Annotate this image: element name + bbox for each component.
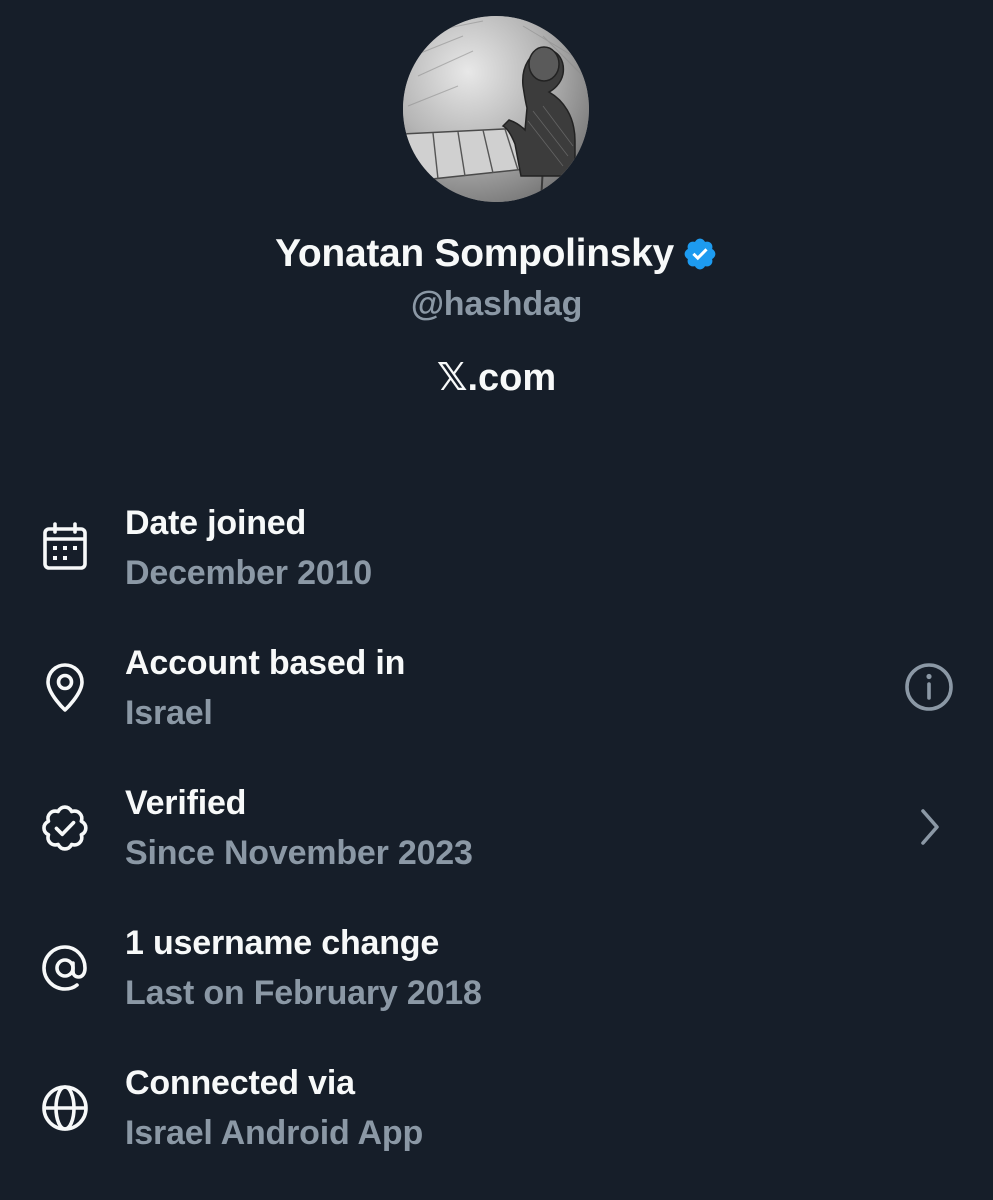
at-sign-icon [38,941,92,995]
row-subtitle: December 2010 [125,554,372,592]
row-title: Verified [125,784,247,822]
row-subtitle: Since November 2023 [125,834,473,872]
chevron-right-icon[interactable] [903,801,955,853]
row-subtitle: Israel [125,694,213,732]
row-title: Connected via [125,1064,355,1102]
info-circle-icon[interactable] [903,661,955,713]
avatar-sketch-image [403,16,589,202]
row-title: Account based in [125,644,406,682]
row-title: 1 username change [125,924,440,962]
verified-badge-icon[interactable] [682,236,718,272]
info-row-connected-via: Connected via Israel Android App [0,1059,993,1179]
location-pin-icon [38,661,92,715]
profile-handle[interactable]: @hashdag [0,280,993,328]
row-subtitle: Israel Android App [125,1114,424,1152]
website-link[interactable]: 𝕏.com [0,352,993,404]
name-row: Yonatan Sompolinsky [0,226,993,282]
calendar-icon [38,521,92,575]
avatar[interactable] [403,16,589,202]
verified-check-icon [38,801,92,855]
globe-icon [38,1081,92,1135]
row-subtitle: Last on February 2018 [125,974,482,1012]
profile-about-page: Yonatan Sompolinsky @hashdag 𝕏.com Date … [0,0,993,1200]
info-row-verified[interactable]: Verified Since November 2023 [0,779,993,899]
info-row-date-joined: Date joined December 2010 [0,499,993,619]
info-row-account-based-in: Account based in Israel [0,639,993,759]
info-row-username-change: 1 username change Last on February 2018 [0,919,993,1039]
row-title: Date joined [125,504,307,542]
display-name: Yonatan Sompolinsky [275,232,674,275]
